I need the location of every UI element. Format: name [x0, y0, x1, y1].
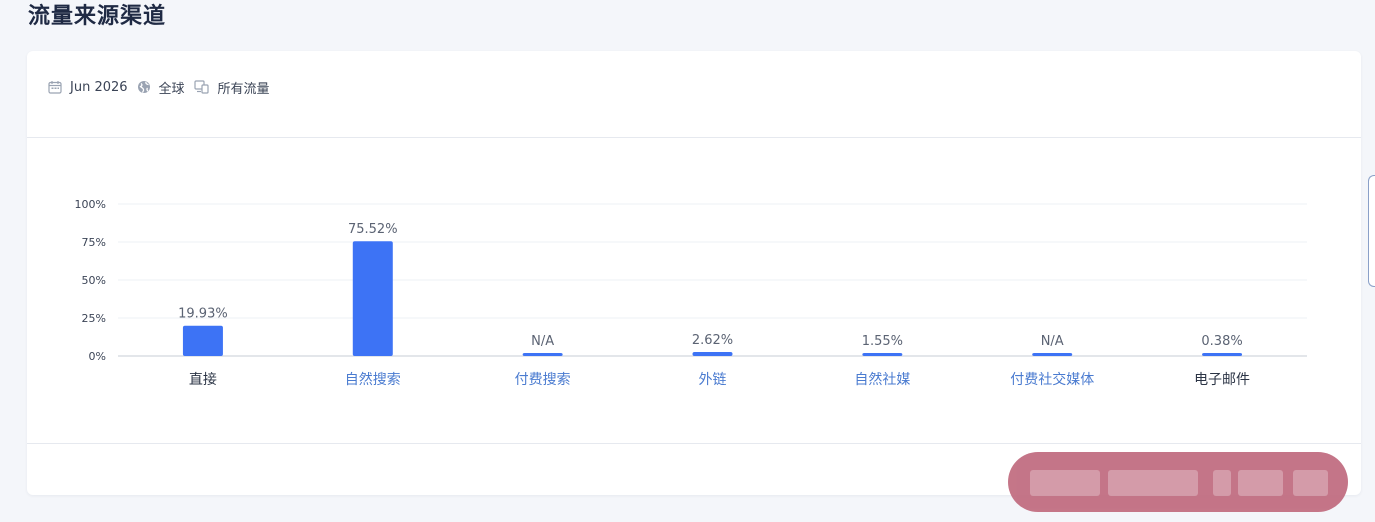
category-label[interactable]: 自然社媒 — [854, 371, 910, 388]
category-label: 直接 — [189, 371, 217, 388]
redacted-watermark — [1008, 452, 1348, 512]
bar — [1032, 353, 1073, 356]
y-tick-label: 25% — [82, 312, 106, 325]
y-tick-label: 0% — [89, 350, 106, 363]
y-tick-label: 75% — [82, 236, 106, 249]
data-label: 0.38% — [1201, 334, 1242, 349]
data-label: 75.52% — [348, 222, 398, 237]
bar — [862, 353, 903, 356]
data-label: 19.93% — [178, 307, 228, 322]
data-label: 1.55% — [862, 334, 903, 349]
card-divider-bottom — [27, 443, 1361, 444]
page-title: 流量来源渠道 — [28, 4, 167, 29]
bar — [692, 352, 733, 356]
bar — [522, 353, 563, 356]
category-label[interactable]: 自然搜索 — [345, 371, 401, 388]
data-label: N/A — [531, 334, 554, 349]
data-label: N/A — [1041, 334, 1064, 349]
bar — [352, 241, 393, 356]
traffic-sources-card: Jun 2026 全球 所有流量 0% 25% 50% 75% 100% 19.93% 直接… — [27, 51, 1361, 495]
bar — [1202, 353, 1243, 356]
category-label[interactable]: 付费搜索 — [515, 371, 571, 388]
category-label[interactable]: 付费社交媒体 — [1010, 371, 1094, 388]
y-tick-label: 100% — [75, 198, 106, 211]
category-label[interactable]: 外链 — [699, 372, 727, 388]
data-label: 2.62% — [692, 333, 733, 348]
bar — [182, 325, 223, 356]
category-label: 电子邮件 — [1194, 372, 1250, 388]
side-panel-tab[interactable] — [1368, 175, 1375, 287]
y-tick-label: 50% — [82, 274, 106, 287]
traffic-sources-bar-chart: 0% 25% 50% 75% 100% 19.93% 直接 75.52% 自然搜索 N/A 付费搜索… — [75, 198, 1307, 388]
